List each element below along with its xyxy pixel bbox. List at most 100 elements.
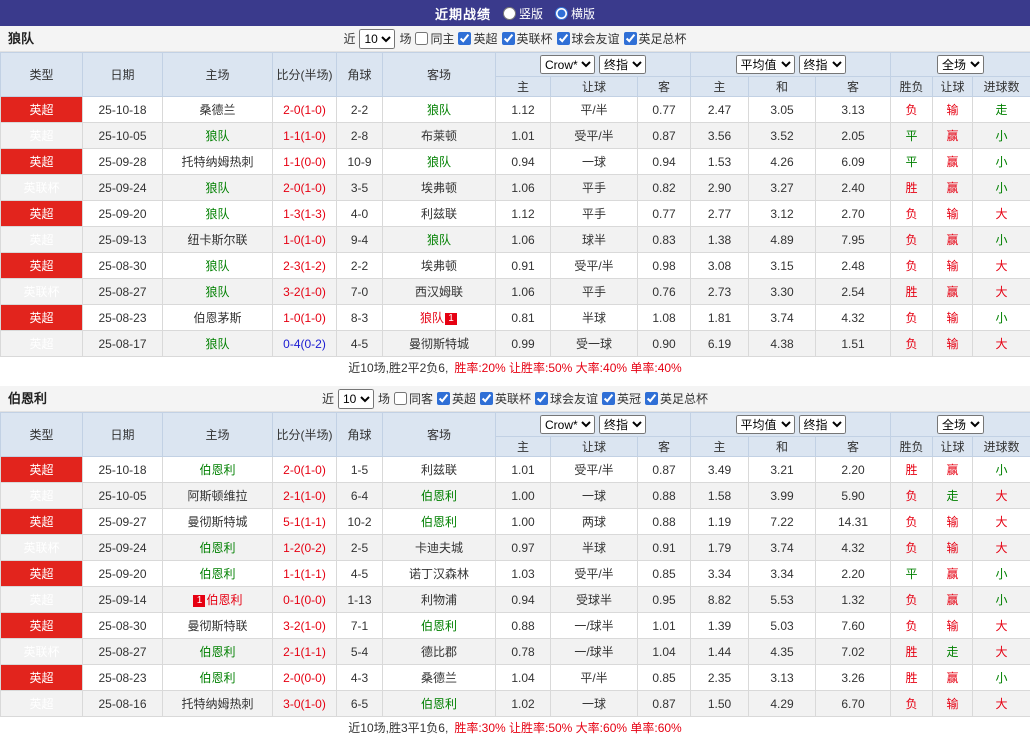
league-filter-checkbox[interactable]: [645, 392, 658, 405]
league-filter[interactable]: 英足总杯: [624, 30, 687, 47]
league-filter-checkbox[interactable]: [502, 32, 515, 45]
goals-cell: 大: [973, 279, 1030, 305]
score-text: 1-2(0-2): [283, 541, 326, 555]
match-date: 25-09-13: [83, 227, 163, 253]
league-filter[interactable]: 英冠: [602, 390, 641, 407]
match-score: 3-0(1-0): [273, 691, 337, 717]
home-team: 狼队: [163, 253, 273, 279]
result-cell-text: 胜: [906, 671, 918, 685]
cover-cell: 输: [933, 97, 973, 123]
venue-filter[interactable]: 同客: [394, 390, 433, 407]
bookmaker-select[interactable]: Crow*: [540, 415, 595, 434]
league-filter[interactable]: 英联杯: [480, 390, 531, 407]
asia-away-odds: 0.87: [638, 691, 691, 717]
match-row: 英超25-08-16托特纳姆热刺3-0(1-0)6-5伯恩利1.02一球0.87…: [1, 691, 1030, 717]
goals-cell: 小: [973, 227, 1030, 253]
team-text: 利兹联: [421, 207, 457, 221]
euro-source-select[interactable]: 平均值: [736, 415, 795, 434]
results-table: 类型日期主场比分(半场)角球客场Crow*终指平均值终指全场主让球客主和客胜负让…: [0, 52, 1030, 357]
asia-away-odds: 1.08: [638, 305, 691, 331]
stats-text: 胜率:30% 让胜率:50% 大率:60% 单率:60%: [454, 719, 681, 736]
asia-stage-select[interactable]: 终指: [599, 55, 646, 74]
match-row: 英超25-10-18桑德兰2-0(1-0)2-2狼队1.12平/半0.772.4…: [1, 97, 1030, 123]
league-filter-checkbox[interactable]: [480, 392, 493, 405]
goals-cell-text: 小: [996, 567, 1008, 581]
league-filter[interactable]: 英超: [437, 390, 476, 407]
recent-label: 近: [322, 390, 334, 407]
page-title: 近期战绩: [435, 4, 491, 23]
horizontal-layout-label: 横版: [571, 5, 595, 22]
result-cell-text: 负: [906, 515, 918, 529]
league-filter-checkbox[interactable]: [535, 392, 548, 405]
euro-stage-select[interactable]: 终指: [799, 415, 846, 434]
match-date: 25-10-18: [83, 97, 163, 123]
match-date: 25-08-27: [83, 279, 163, 305]
result-cell: 平: [891, 561, 933, 587]
team-text: 曼彻斯特城: [187, 515, 247, 529]
euro-draw-odds: 4.89: [749, 227, 816, 253]
league-filter-checkbox[interactable]: [437, 392, 450, 405]
match-score: 2-0(1-0): [273, 457, 337, 483]
result-cell: 负: [891, 331, 933, 357]
asia-home-odds: 0.88: [496, 613, 551, 639]
league-filter[interactable]: 球会友谊: [535, 390, 598, 407]
corner-score: 1-5: [337, 457, 383, 483]
asia-home-odds: 1.00: [496, 483, 551, 509]
recent-count-select[interactable]: 10: [359, 29, 395, 49]
layout-option-horizontal[interactable]: 横版: [555, 5, 595, 22]
goals-cell-text: 大: [996, 645, 1008, 659]
goals-cell: 小: [973, 149, 1030, 175]
league-badge: 英联杯: [1, 639, 83, 665]
venue-checkbox[interactable]: [394, 392, 407, 405]
bookmaker-select[interactable]: Crow*: [540, 55, 595, 74]
match-date: 25-09-28: [83, 149, 163, 175]
league-filter[interactable]: 球会友谊: [557, 30, 620, 47]
scope-select[interactable]: 全场: [937, 415, 984, 434]
cover-cell: 输: [933, 613, 973, 639]
league-filter-checkbox[interactable]: [557, 32, 570, 45]
asia-away-odds: 0.88: [638, 509, 691, 535]
home-team: 伯恩利: [163, 561, 273, 587]
venue-label: 同主: [430, 30, 454, 47]
cover-cell-text: 输: [947, 515, 959, 529]
cover-cell-text: 输: [947, 619, 959, 633]
venue-checkbox[interactable]: [415, 32, 428, 45]
recent-count-select[interactable]: 10: [338, 389, 374, 409]
sub-euro-draw: 和: [749, 437, 816, 457]
asia-odds-header: Crow*终指: [496, 53, 691, 77]
asia-handicap-line: 两球: [551, 509, 638, 535]
score-text: 1-1(0-0): [283, 155, 326, 169]
league-filter-checkbox[interactable]: [602, 392, 615, 405]
league-filter[interactable]: 英足总杯: [645, 390, 708, 407]
corner-score: 5-4: [337, 639, 383, 665]
euro-stage-select[interactable]: 终指: [799, 55, 846, 74]
result-cell: 负: [891, 227, 933, 253]
away-team: 伯恩利: [383, 613, 496, 639]
col-score: 比分(半场): [273, 53, 337, 97]
away-team: 狼队1: [383, 305, 496, 331]
cover-cell: 输: [933, 201, 973, 227]
venue-filter[interactable]: 同主: [415, 30, 454, 47]
vertical-layout-radio[interactable]: [503, 7, 516, 20]
layout-option-vertical[interactable]: 竖版: [503, 5, 543, 22]
cover-cell: 赢: [933, 279, 973, 305]
col-goals: 进球数: [973, 77, 1030, 97]
league-filter-checkbox[interactable]: [458, 32, 471, 45]
league-badge: 英超: [1, 201, 83, 227]
horizontal-layout-radio[interactable]: [555, 7, 568, 20]
league-filter-checkbox[interactable]: [624, 32, 637, 45]
team-text: 桑德兰: [421, 671, 457, 685]
asia-handicap-line: 受平/半: [551, 561, 638, 587]
asia-home-odds: 0.99: [496, 331, 551, 357]
asia-handicap-line: 受平/半: [551, 123, 638, 149]
col-corner: 角球: [337, 413, 383, 457]
match-date: 25-08-17: [83, 331, 163, 357]
euro-source-select[interactable]: 平均值: [736, 55, 795, 74]
asia-handicap-line: 受球半: [551, 587, 638, 613]
league-filter[interactable]: 英超: [458, 30, 497, 47]
league-filter[interactable]: 英联杯: [502, 30, 553, 47]
asia-home-odds: 0.78: [496, 639, 551, 665]
asia-stage-select[interactable]: 终指: [599, 415, 646, 434]
league-badge: 英超: [1, 123, 83, 149]
scope-select[interactable]: 全场: [937, 55, 984, 74]
